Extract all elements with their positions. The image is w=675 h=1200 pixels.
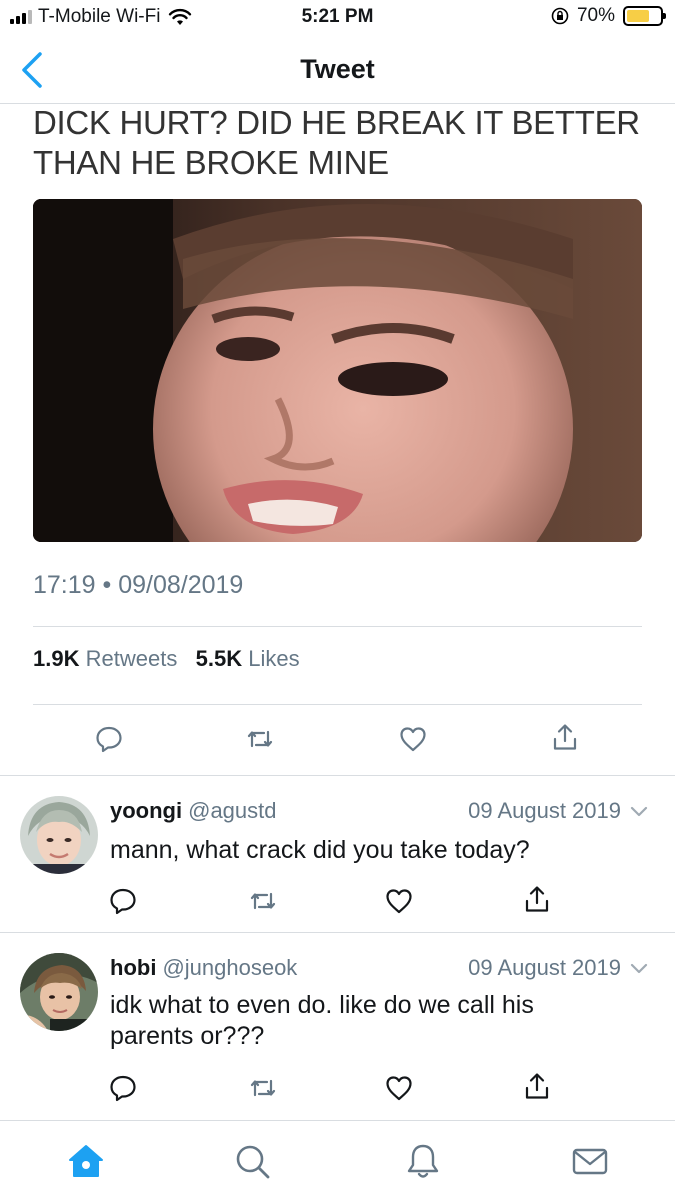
heart-icon[interactable] — [384, 1073, 414, 1103]
tweet-time: 17:19 — [33, 571, 96, 599]
reply-author: hobi @junghoseok — [110, 955, 297, 981]
tweet-action-bar — [0, 722, 675, 758]
reply-icon[interactable] — [108, 1073, 138, 1103]
status-right: 70% — [551, 5, 666, 27]
reply-text: mann, what crack did you take today? — [110, 836, 530, 864]
reply-tweet[interactable]: hobi @junghoseok 09 August 2019 idk what … — [0, 933, 675, 1119]
search-icon[interactable] — [232, 1141, 272, 1181]
avatar[interactable] — [20, 953, 98, 1031]
reply-date: 09 August 2019 — [468, 955, 621, 980]
tweet-date: 09/08/2019 — [118, 571, 244, 599]
reply-icon[interactable] — [108, 886, 138, 916]
divider — [33, 626, 642, 627]
share-icon[interactable] — [522, 1071, 552, 1101]
retweet-icon[interactable] — [245, 724, 275, 754]
nav-bar: Tweet — [0, 36, 675, 104]
reply-action-bar — [0, 884, 675, 920]
display-name[interactable]: yoongi — [110, 798, 182, 823]
retweet-icon[interactable] — [248, 886, 278, 916]
status-bar: T-Mobile Wi-Fi 5:21 PM 70% — [0, 0, 675, 36]
reply-icon[interactable] — [94, 724, 124, 754]
battery-icon — [623, 6, 666, 26]
reply-action-bar — [0, 1071, 675, 1107]
share-icon[interactable] — [522, 884, 552, 914]
user-handle[interactable]: @agustd — [188, 798, 276, 823]
retweet-count: 1.9K — [33, 646, 80, 671]
divider — [33, 704, 642, 705]
page-title: Tweet — [300, 54, 375, 84]
chevron-down-icon[interactable] — [629, 962, 649, 976]
avatar[interactable] — [20, 796, 98, 874]
reply-author: yoongi @agustd — [110, 798, 277, 824]
reply-date: 09 August 2019 — [468, 798, 621, 823]
heart-icon[interactable] — [398, 724, 428, 754]
tweet-timestamp: 17:19 • 09/08/2019 — [33, 571, 243, 600]
messages-icon[interactable] — [570, 1141, 610, 1181]
heart-icon[interactable] — [384, 886, 414, 916]
share-icon[interactable] — [550, 722, 580, 752]
reply-text: idk what to even do. like do we call his… — [110, 991, 534, 1050]
like-label: Likes — [248, 646, 300, 671]
like-count: 5.5K — [195, 646, 243, 671]
rotation-lock-icon — [551, 7, 569, 25]
display-name[interactable]: hobi — [110, 955, 156, 980]
meta-separator: • — [102, 571, 119, 599]
battery-percent: 70% — [576, 5, 615, 26]
reply-tweet[interactable]: yoongi @agustd 09 August 2019 mann, what … — [0, 776, 675, 932]
retweets-stat[interactable]: 1.9K Retweets — [33, 646, 177, 671]
tweet-image[interactable] — [33, 199, 642, 542]
tweet-stats: 1.9K Retweets 5.5K Likes — [33, 646, 300, 672]
home-icon[interactable] — [66, 1141, 106, 1181]
user-handle[interactable]: @junghoseok — [162, 955, 297, 980]
likes-stat[interactable]: 5.5K Likes — [196, 646, 300, 671]
retweet-label: Retweets — [85, 646, 178, 671]
notifications-icon[interactable] — [403, 1141, 443, 1181]
chevron-down-icon[interactable] — [629, 805, 649, 819]
tweet-text: DICK HURT? DID HE BREAK IT BETTER THAN H… — [33, 104, 640, 181]
retweet-icon[interactable] — [248, 1073, 278, 1103]
tab-bar — [0, 1120, 675, 1200]
tweet-photo — [33, 199, 642, 542]
